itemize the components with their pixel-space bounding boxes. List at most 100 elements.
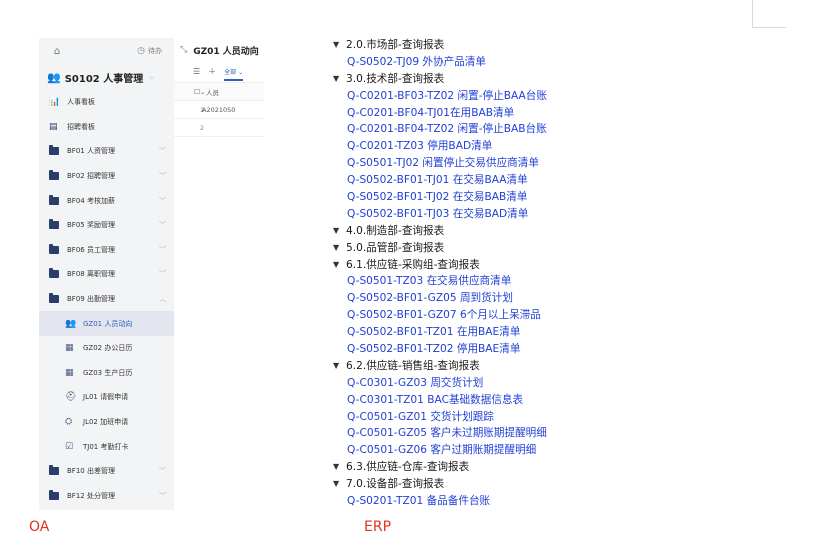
chevron-down-icon: ﹀ <box>159 491 166 500</box>
folder-icon <box>49 465 63 476</box>
report-link[interactable]: Q-S0502-BF01-TJ03 在交易BAD清单 <box>333 205 593 222</box>
chevron-down-icon: ﹀ <box>159 147 166 156</box>
report-link-label: Q-S0502-BF01-GZ07 6个月以上呆滞品 <box>347 309 541 322</box>
sidebar-item-label: JL01 请假申请 <box>83 393 129 402</box>
report-link-label: Q-C0501-GZ01 交货计划跟踪 <box>347 410 494 423</box>
report-link-label: Q-S0502-BF01-TJ02 在交易BAB清单 <box>347 190 528 203</box>
sidebar-item[interactable]: ⛭ JL02 加班申请 <box>39 410 174 435</box>
sidebar-item[interactable]: ▤ 招聘看板 <box>39 115 174 140</box>
tree-category[interactable]: ▼ 6.2.供应链-销售组-查询报表 <box>333 357 593 374</box>
sidebar-item[interactable]: BF04 考核加薪 ﹀ <box>39 188 174 213</box>
tab-all[interactable]: 全部 ⌄ <box>224 67 243 81</box>
report-link[interactable]: Q-S0501-TZ03 在交易供应商清单 <box>333 272 593 289</box>
chevron-down-icon: ﹀ <box>159 467 166 476</box>
sidebar-item[interactable]: ▦ GZ03 生产日历 <box>39 361 174 386</box>
column-header-person: 人员 <box>206 88 219 97</box>
erp-report-tree: ▼ 2.0.市场部-查询报表 Q-S0502-TJ09 外协产品清单 ▼ 3.0.技术部… <box>333 36 593 509</box>
report-link[interactable]: Q-C0201-BF04-TZ02 闲置-停止BAB台账 <box>333 120 593 137</box>
expand-triangle-icon[interactable]: ▼ <box>333 260 346 269</box>
report-link[interactable]: Q-S0502-BF01-GZ07 6个月以上呆滞品 <box>333 306 593 323</box>
expand-triangle-icon[interactable]: ▼ <box>333 40 346 49</box>
sidebar-item[interactable]: BF12 处分管理 ﹀ <box>39 484 174 509</box>
expand-triangle-icon[interactable]: ▼ <box>333 226 346 235</box>
chevron-down-icon: ﹀ <box>159 270 166 279</box>
sidebar-item[interactable]: ▦ GZ02 办公日历 <box>39 336 174 361</box>
table-row[interactable]: 2 <box>174 119 264 137</box>
sidebar-item[interactable]: BF09 出勤管理 ︿ <box>39 287 174 312</box>
sidebar-item[interactable]: 👥 GZ01 人员动向 <box>39 311 174 336</box>
tree-category[interactable]: ▼ 3.0.技术部-查询报表 <box>333 70 593 87</box>
list-view-icon[interactable]: ☰ <box>193 67 200 76</box>
expand-triangle-icon[interactable]: ▼ <box>333 74 346 83</box>
tree-category[interactable]: ▼ 5.0.品管部-查询报表 <box>333 239 593 256</box>
sidebar-item-label: 招聘看板 <box>67 122 95 131</box>
home-icon[interactable]: ⌂ <box>49 43 65 59</box>
folder-icon <box>49 170 63 181</box>
folder-icon <box>49 194 63 205</box>
table-row[interactable]: 1 A2021050 <box>174 101 264 119</box>
report-link[interactable]: Q-C0201-BF03-TZ02 闲置-停止BAA台账 <box>333 87 593 104</box>
report-link[interactable]: Q-C0201-TZ03 停用BAD清单 <box>333 137 593 154</box>
report-link-label: Q-S0502-BF01-TZ02 停用BAE清单 <box>347 342 521 355</box>
sidebar-item[interactable]: BF10 出差管理 ﹀ <box>39 459 174 484</box>
report-link[interactable]: Q-S0502-TJ09 外协产品清单 <box>333 53 593 70</box>
report-link[interactable]: Q-C0301-TZ01 BAC基础数据信息表 <box>333 391 593 408</box>
tree-category[interactable]: ▼ 6.1.供应链-采购组-查询报表 <box>333 256 593 273</box>
window-corner-decoration <box>752 0 786 28</box>
report-link-label: Q-C0301-TZ01 BAC基础数据信息表 <box>347 393 524 406</box>
report-link[interactable]: Q-C0501-GZ05 客户未过期账期提醒明细 <box>333 424 593 441</box>
sidebar-item[interactable]: ☑ TJ01 考勤打卡 <box>39 434 174 459</box>
tree-category[interactable]: ▼ 4.0.制造部-查询报表 <box>333 222 593 239</box>
sidebar-item[interactable]: BF06 员工管理 ﹀ <box>39 238 174 263</box>
folder-icon <box>49 293 63 304</box>
report-link-label: Q-S0502-TJ09 外协产品清单 <box>347 55 486 68</box>
expand-triangle-icon[interactable]: ▼ <box>333 479 346 488</box>
report-link[interactable]: Q-C0301-GZ03 周交货计划 <box>333 374 593 391</box>
select-all-checkbox[interactable]: ☐⌄ <box>174 88 205 96</box>
collapse-icon[interactable]: ⤡ <box>180 45 187 55</box>
row-value: A2021050 <box>202 105 236 114</box>
report-link-label: Q-S0501-TZ03 在交易供应商清单 <box>347 275 512 288</box>
tree-category[interactable]: ▼ 2.0.市场部-查询报表 <box>333 36 593 53</box>
sidebar-item[interactable]: BF01 人资管理 ﹀ <box>39 139 174 164</box>
report-link-label: Q-S0502-BF01-TJ01 在交易BAA清单 <box>347 174 528 187</box>
report-link-label: Q-S0502-BF01-TJ03 在交易BAD清单 <box>347 207 529 220</box>
user-leave-icon: ⛑ <box>65 392 77 403</box>
tree-category[interactable]: ▼ 7.0.设备部-查询报表 <box>333 475 593 492</box>
tab-all-label: 全部 <box>224 68 237 76</box>
sidebar-item[interactable]: BF05 奖励管理 ﹀ <box>39 213 174 238</box>
tree-category-label: 6.3.供应链-仓库-查询报表 <box>346 461 470 474</box>
report-link[interactable]: Q-S0502-BF01-TJ01 在交易BAA清单 <box>333 171 593 188</box>
checkin-icon: ☑ <box>65 441 74 452</box>
expand-triangle-icon[interactable]: ▼ <box>333 361 346 370</box>
report-link[interactable]: Q-S0502-BF01-GZ05 周到货计划 <box>333 289 593 306</box>
chevron-up-icon: ︿ <box>159 295 166 304</box>
report-link[interactable]: Q-S0201-TZ01 备品备件台账 <box>333 492 593 509</box>
report-link[interactable]: Q-S0502-BF01-TZ02 停用BAE清单 <box>333 340 593 357</box>
todo-link[interactable]: ◷ 待办 <box>137 46 162 56</box>
tree-category[interactable]: ▼ 6.3.供应链-仓库-查询报表 <box>333 458 593 475</box>
table-header-row: ☐⌄ 人员 <box>174 83 264 101</box>
report-link[interactable]: Q-C0501-GZ06 客户过期账期提醒明细 <box>333 441 593 458</box>
tree-category-label: 2.0.市场部-查询报表 <box>346 38 445 51</box>
report-link[interactable]: Q-S0501-TJ02 闲置停止交易供应商清单 <box>333 154 593 171</box>
folder-icon <box>49 145 63 156</box>
system-switcher[interactable]: 👥 S0102 人事管理 ⌵ <box>39 64 174 90</box>
report-link[interactable]: Q-C0201-BF04-TJ01在用BAB清单 <box>333 104 593 121</box>
expand-triangle-icon[interactable]: ▼ <box>333 243 346 252</box>
oa-sidebar: ⌂ ◷ 待办 👥 S0102 人事管理 ⌵ 📊 人事看板 ▤ 招聘看板 BF01 人资管… <box>39 38 174 510</box>
sidebar-item[interactable]: 📊 人事看板 <box>39 90 174 115</box>
report-link[interactable]: Q-S0502-BF01-TJ02 在交易BAB清单 <box>333 188 593 205</box>
tree-category-label: 3.0.技术部-查询报表 <box>346 72 445 85</box>
sidebar-item[interactable]: BF02 招聘管理 ﹀ <box>39 164 174 189</box>
sidebar-item[interactable]: BF08 离职管理 ﹀ <box>39 262 174 287</box>
overtime-icon: ⛭ <box>65 417 73 428</box>
sidebar-item[interactable]: ⛑ JL01 请假申请 <box>39 385 174 410</box>
caption-erp: ERP <box>364 519 392 535</box>
add-icon[interactable]: ＋ <box>208 66 216 77</box>
sidebar-item-label: GZ03 生产日历 <box>83 368 133 377</box>
people-icon: 👥 <box>65 318 77 329</box>
report-link[interactable]: Q-C0501-GZ01 交货计划跟踪 <box>333 408 593 425</box>
report-link[interactable]: Q-S0502-BF01-TZ01 在用BAE清单 <box>333 323 593 340</box>
expand-triangle-icon[interactable]: ▼ <box>333 462 346 471</box>
